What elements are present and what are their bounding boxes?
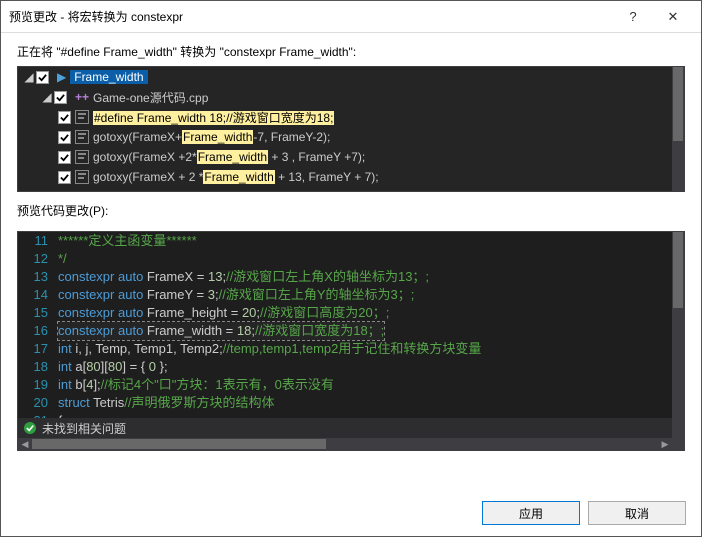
checkbox-icon[interactable] [54, 91, 67, 104]
code-scrollbar-vertical[interactable] [672, 232, 684, 450]
tree-item-1[interactable]: gotoxy(FrameX+Frame_width-7, FrameY-2); [18, 127, 672, 147]
tree-scrollbar-vertical[interactable] [672, 67, 684, 191]
code-line: 17 int i, j, Temp, Temp1, Temp2;//temp,t… [18, 340, 672, 358]
code-line: 14 constexpr auto FrameY = 3;//游戏窗口左上角Y的… [18, 286, 672, 304]
code-snippet-icon [75, 130, 89, 144]
code-line: 20 struct Tetris//声明俄罗斯方块的结构体 [18, 394, 672, 412]
scroll-right-arrow[interactable]: ▶ [658, 438, 672, 450]
window-title: 预览更改 - 将宏转换为 constexpr [9, 8, 613, 25]
code-line: 18 int a[80][80] = { 0 }; [18, 358, 672, 376]
cancel-button[interactable]: 取消 [588, 501, 686, 525]
changes-tree: ◢▶Frame_width◢++Game-one源代码.cpp#define F… [17, 66, 685, 192]
line-number: 13 [18, 268, 58, 286]
code-content: constexpr auto FrameX = 13;//游戏窗口左上角X的轴坐… [58, 268, 429, 286]
expander-icon[interactable]: ◢ [40, 90, 54, 104]
changes-description: 正在将 "#define Frame_width" 转换为 "constexpr… [1, 33, 701, 66]
tree-code-text: gotoxy(FrameX +2*Frame_width + 3 , Frame… [93, 150, 365, 164]
line-number: 19 [18, 376, 58, 394]
line-number: 16 [18, 322, 58, 340]
line-number: 14 [18, 286, 58, 304]
tree-root-label: Frame_width [70, 70, 147, 84]
scroll-left-arrow[interactable]: ◀ [18, 438, 32, 450]
code-line: 15 constexpr auto Frame_height = 20;//游戏… [18, 304, 672, 322]
line-number: 15 [18, 304, 58, 322]
checkbox-icon[interactable] [58, 171, 71, 184]
code-snippet-icon [75, 170, 89, 184]
code-snippet-icon [75, 110, 89, 124]
line-number: 12 [18, 250, 58, 268]
titlebar: 预览更改 - 将宏转换为 constexpr ? ✕ [1, 1, 701, 33]
status-bar: 未找到相关问题 [18, 418, 672, 438]
code-preview: 11 ******定义主函变量******12 */13 constexpr a… [17, 231, 685, 451]
code-content: int b[4];//标记4个"口"方块：1表示有，0表示没有 [58, 376, 334, 394]
apply-button[interactable]: 应用 [482, 501, 580, 525]
code-content: constexpr auto Frame_width = 18;//游戏窗口宽度… [58, 322, 384, 340]
line-number: 17 [18, 340, 58, 358]
tree-file-label: Game-one源代码.cpp [93, 89, 208, 106]
line-number: 18 [18, 358, 58, 376]
flag-icon: ▶ [57, 70, 66, 84]
code-content: constexpr auto FrameY = 3;//游戏窗口左上角Y的轴坐标… [58, 286, 414, 304]
close-button[interactable]: ✕ [653, 9, 693, 25]
code-content: ******定义主函变量****** [58, 232, 197, 250]
line-number: 20 [18, 394, 58, 412]
tree-item-2[interactable]: gotoxy(FrameX +2*Frame_width + 3 , Frame… [18, 147, 672, 167]
code-line: 11 ******定义主函变量****** [18, 232, 672, 250]
status-text: 未找到相关问题 [42, 420, 126, 437]
code-content: */ [58, 250, 67, 268]
tree-item-3[interactable]: gotoxy(FrameX + 2 *Frame_width + 13, Fra… [18, 167, 672, 187]
tree-code-text: gotoxy(FrameX+Frame_width-7, FrameY-2); [93, 130, 330, 144]
tree-item-0[interactable]: #define Frame_width 18;//游戏窗口宽度为18; [18, 107, 672, 127]
code-line: 12 */ [18, 250, 672, 268]
tree-root[interactable]: ◢ ▶ Frame_width [18, 67, 672, 87]
status-ok-icon [24, 422, 36, 434]
tree-code-text: gotoxy(FrameX + 2 *Frame_width + 13, Fra… [93, 170, 379, 184]
checkbox-icon[interactable] [58, 131, 71, 144]
help-button[interactable]: ? [613, 9, 653, 24]
code-line: 16 constexpr auto Frame_width = 18;//游戏窗… [18, 322, 672, 340]
tree-code-text: #define Frame_width 18;//游戏窗口宽度为18; [93, 109, 334, 126]
code-line: 19 int b[4];//标记4个"口"方块：1表示有，0表示没有 [18, 376, 672, 394]
code-content: constexpr auto Frame_height = 20;//游戏窗口高… [58, 304, 389, 322]
checkbox-icon[interactable] [36, 71, 49, 84]
code-scrollbar-horizontal[interactable]: ◀ ▶ [18, 438, 672, 450]
dialog-footer: 应用 取消 [0, 489, 702, 537]
code-content: struct Tetris//声明俄罗斯方块的结构体 [58, 394, 274, 412]
code-line: 13 constexpr auto FrameX = 13;//游戏窗口左上角X… [18, 268, 672, 286]
code-content: int i, j, Temp, Temp1, Temp2;//temp,temp… [58, 340, 481, 358]
line-number: 11 [18, 232, 58, 250]
checkbox-icon[interactable] [58, 151, 71, 164]
preview-label: 预览代码更改(P): [1, 192, 701, 225]
tree-file[interactable]: ◢ ++ Game-one源代码.cpp [18, 87, 672, 107]
code-snippet-icon [75, 150, 89, 164]
expander-icon[interactable]: ◢ [22, 70, 36, 84]
code-content: int a[80][80] = { 0 }; [58, 358, 168, 376]
checkbox-icon[interactable] [58, 111, 71, 124]
cpp-file-icon: ++ [75, 90, 89, 104]
